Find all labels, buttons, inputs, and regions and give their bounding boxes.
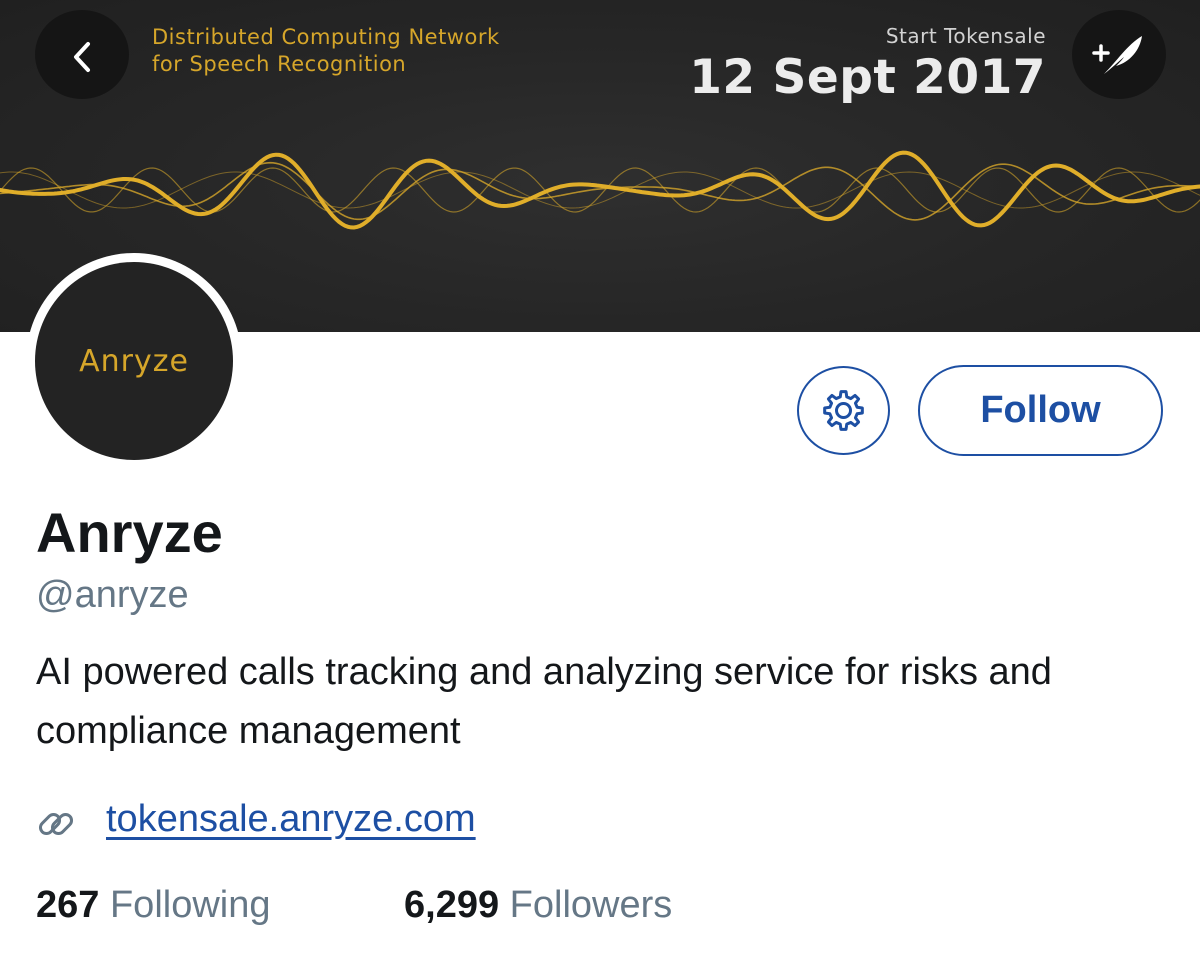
profile-avatar[interactable]: Anryze [26,253,242,469]
followers-count: 6,299 [404,884,500,926]
link-icon [38,812,74,836]
gear-icon [823,390,864,431]
tokensale-date: 12 Sept 2017 [689,50,1046,105]
tagline-line-2: for Speech Recognition [152,52,407,76]
avatar-image: Anryze [35,262,233,460]
avatar-logo-text: Anryze [79,343,189,379]
chevron-left-icon [74,42,90,72]
user-handle: @anryze [36,574,189,616]
tagline-line-1: Distributed Computing Network [152,25,500,49]
tokensale-label: Start Tokensale [885,24,1046,48]
settings-button[interactable] [797,366,890,455]
compose-button[interactable] [1072,10,1166,99]
followers-label: Followers [509,884,673,926]
banner-tagline: Distributed Computing Network for Speech… [152,24,572,78]
following-label: Following [109,884,271,926]
profile-website-link[interactable]: tokensale.anryze.com [106,798,476,841]
follow-button[interactable]: Follow [918,365,1163,456]
back-button[interactable] [35,10,129,99]
following-stat[interactable]: 267 Following [36,884,271,927]
following-count: 267 [36,884,100,926]
display-name: Anryze [36,501,223,564]
compose-quill-icon [1092,36,1142,74]
followers-stat[interactable]: 6,299 Followers [404,884,672,927]
profile-bio: AI powered calls tracking and analyzing … [36,651,1052,752]
